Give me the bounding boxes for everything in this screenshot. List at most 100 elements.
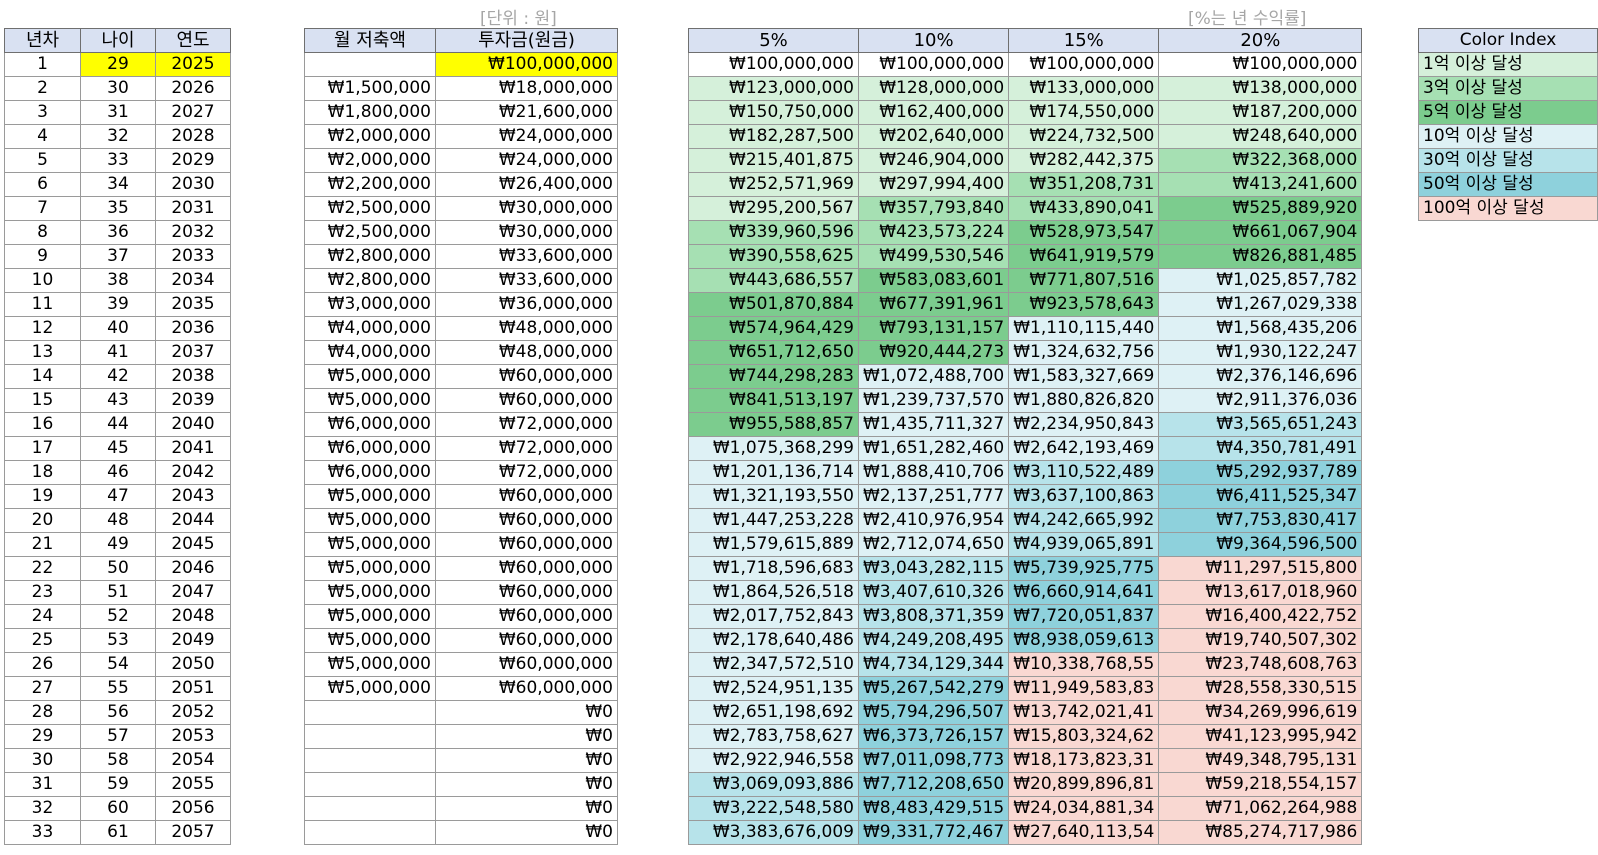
table-cell[interactable]: ₩3,637,100,863 [1008,484,1160,509]
table-cell[interactable]: 2 [4,76,81,101]
table-cell[interactable]: ₩4,734,129,344 [857,652,1010,677]
table-cell[interactable]: ₩3,565,651,243 [1158,412,1363,437]
table-cell[interactable]: ₩651,712,650 [688,340,859,365]
table-cell[interactable]: 34 [80,172,156,197]
table-cell[interactable]: 31 [80,100,156,125]
table-cell[interactable]: ₩162,400,000 [857,100,1010,125]
table-cell[interactable]: ₩5,267,542,279 [857,676,1010,701]
table-cell[interactable]: ₩1,651,282,460 [857,436,1010,461]
column-header[interactable]: 나이 [80,28,156,53]
table-cell[interactable]: ₩3,043,282,115 [857,556,1010,581]
table-cell[interactable]: ₩3,808,371,359 [857,604,1010,629]
table-cell[interactable]: ₩19,740,507,302 [1158,628,1363,653]
table-cell[interactable]: ₩9,364,596,500 [1158,532,1363,557]
table-cell[interactable]: ₩100,000,000 [857,52,1010,77]
table-cell[interactable]: ₩744,298,283 [688,364,859,389]
table-cell[interactable]: ₩6,660,914,641 [1008,580,1160,605]
table-cell[interactable]: 42 [80,364,156,389]
table-cell[interactable]: 2044 [155,508,231,533]
table-cell[interactable]: ₩1,435,711,327 [857,412,1010,437]
table-cell[interactable]: 23 [4,580,81,605]
table-cell[interactable]: ₩0 [435,700,618,725]
table-cell[interactable]: ₩2,500,000 [304,196,436,221]
table-cell[interactable]: ₩71,062,264,988 [1158,796,1363,821]
table-cell[interactable]: 53 [80,628,156,653]
table-cell[interactable]: 9 [4,244,81,269]
table-cell[interactable]: ₩182,287,500 [688,124,859,149]
table-cell[interactable]: 15 [4,388,81,413]
table-cell[interactable]: ₩18,173,823,31 [1008,748,1160,773]
table-cell[interactable]: ₩252,571,969 [688,172,859,197]
table-cell[interactable]: ₩583,083,601 [857,268,1010,293]
table-cell[interactable]: ₩72,000,000 [435,412,618,437]
table-cell[interactable]: ₩100,000,000 [1158,52,1363,77]
table-cell[interactable]: ₩2,500,000 [304,220,436,245]
table-cell[interactable]: ₩390,558,625 [688,244,859,269]
table-cell[interactable]: ₩2,410,976,954 [857,508,1010,533]
table-cell[interactable]: ₩30,000,000 [435,220,618,245]
table-cell[interactable]: 33 [4,820,81,845]
table-cell[interactable]: ₩413,241,600 [1158,172,1363,197]
table-cell[interactable]: 2046 [155,556,231,581]
table-cell[interactable]: ₩60,000,000 [435,652,618,677]
table-cell[interactable]: 2052 [155,700,231,725]
table-cell[interactable]: ₩1,880,826,820 [1008,388,1160,413]
table-cell[interactable]: ₩3,383,676,009 [688,820,859,845]
table-cell[interactable]: ₩5,000,000 [304,532,436,557]
legend-item-label[interactable]: 3억 이상 달성 [1418,76,1598,101]
table-cell[interactable]: ₩0 [435,820,618,845]
table-cell[interactable]: 46 [80,460,156,485]
table-cell[interactable]: ₩15,803,324,62 [1008,724,1160,749]
table-cell[interactable]: 3 [4,100,81,125]
table-cell[interactable]: ₩24,034,881,34 [1008,796,1160,821]
table-cell[interactable]: ₩33,600,000 [435,244,618,269]
table-cell[interactable]: ₩100,000,000 [1008,52,1160,77]
table-cell[interactable]: ₩677,391,961 [857,292,1010,317]
table-cell[interactable]: ₩0 [435,724,618,749]
table-cell[interactable]: ₩7,011,098,773 [857,748,1010,773]
table-cell[interactable]: ₩41,123,995,942 [1158,724,1363,749]
table-cell[interactable]: ₩4,000,000 [304,316,436,341]
table-cell[interactable]: 2026 [155,76,231,101]
table-cell[interactable]: ₩49,348,795,131 [1158,748,1363,773]
table-cell[interactable]: ₩59,218,554,157 [1158,772,1363,797]
table-cell[interactable]: 31 [4,772,81,797]
table-cell[interactable]: ₩1,888,410,706 [857,460,1010,485]
table-cell[interactable]: 5 [4,148,81,173]
column-header[interactable]: 10% [857,28,1010,53]
table-cell[interactable]: ₩1,447,253,228 [688,508,859,533]
table-cell[interactable]: ₩7,753,830,417 [1158,508,1363,533]
table-cell[interactable]: 56 [80,700,156,725]
legend-item-label[interactable]: 100억 이상 달성 [1418,196,1598,221]
table-cell[interactable]: 29 [4,724,81,749]
table-cell[interactable]: ₩1,718,596,683 [688,556,859,581]
table-cell[interactable]: 30 [4,748,81,773]
table-cell[interactable]: 54 [80,652,156,677]
table-cell[interactable]: ₩1,072,488,700 [857,364,1010,389]
table-cell[interactable]: 61 [80,820,156,845]
table-cell[interactable]: ₩85,274,717,986 [1158,820,1363,845]
table-cell[interactable]: 2033 [155,244,231,269]
table-cell[interactable]: 2030 [155,172,231,197]
table-cell[interactable]: ₩295,200,567 [688,196,859,221]
table-cell[interactable]: ₩5,000,000 [304,388,436,413]
table-cell[interactable]: ₩0 [435,748,618,773]
table-cell[interactable]: ₩6,000,000 [304,436,436,461]
table-cell[interactable]: 17 [4,436,81,461]
table-cell[interactable]: ₩72,000,000 [435,436,618,461]
table-cell[interactable]: ₩1,239,737,570 [857,388,1010,413]
table-cell[interactable]: 60 [80,796,156,821]
table-cell[interactable] [304,772,436,797]
table-cell[interactable]: 52 [80,604,156,629]
table-cell[interactable]: ₩60,000,000 [435,676,618,701]
table-cell[interactable]: ₩36,000,000 [435,292,618,317]
column-header[interactable]: 연도 [155,28,231,53]
table-cell[interactable]: 45 [80,436,156,461]
table-cell[interactable]: ₩1,930,122,247 [1158,340,1363,365]
table-cell[interactable]: ₩60,000,000 [435,556,618,581]
table-cell[interactable]: ₩433,890,041 [1008,196,1160,221]
table-cell[interactable]: ₩5,000,000 [304,628,436,653]
table-cell[interactable]: 22 [4,556,81,581]
table-cell[interactable]: ₩21,600,000 [435,100,618,125]
table-cell[interactable] [304,724,436,749]
